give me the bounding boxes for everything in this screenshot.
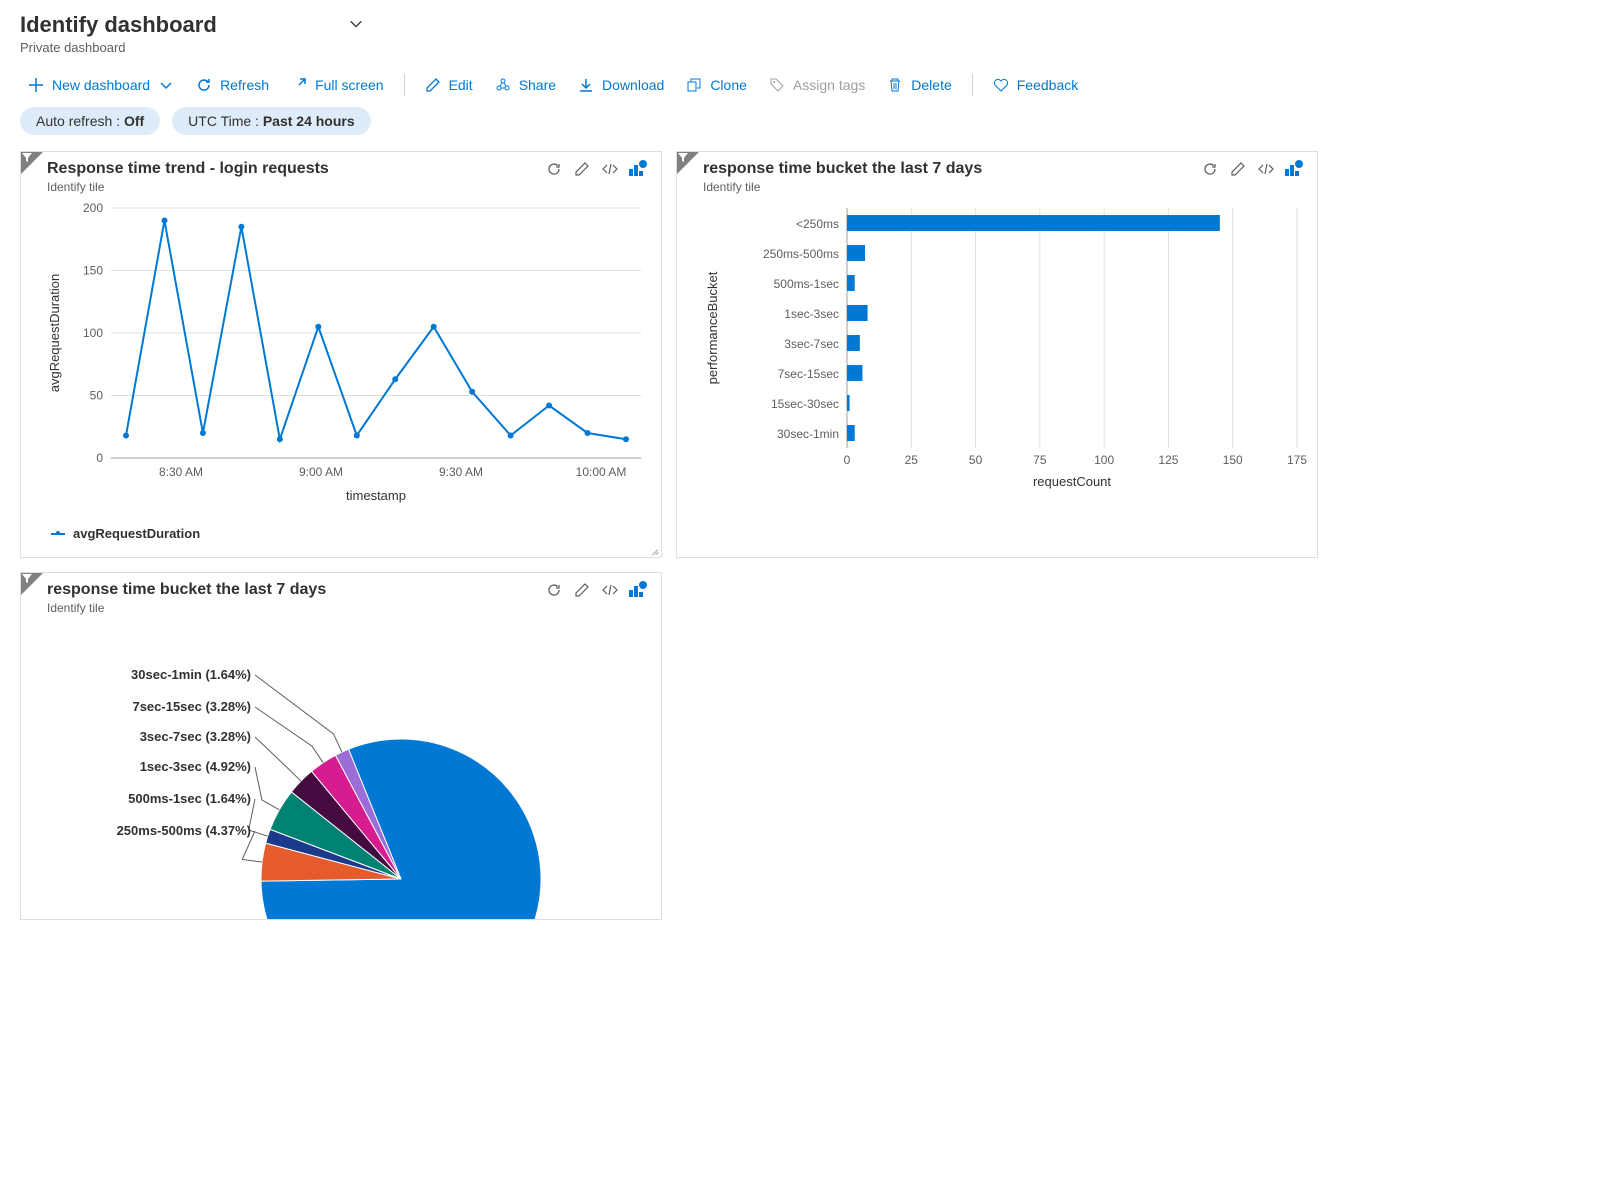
tile-line: Response time trend - login requests Ide…	[20, 151, 662, 558]
fullscreen-button[interactable]: Full screen	[283, 73, 391, 97]
refresh-icon[interactable]	[1201, 160, 1219, 178]
clone-button[interactable]: Clone	[678, 73, 755, 97]
edit-button[interactable]: Edit	[417, 73, 481, 97]
code-icon[interactable]	[1257, 160, 1275, 178]
svg-text:100: 100	[1094, 453, 1114, 467]
delete-button[interactable]: Delete	[879, 73, 959, 97]
svg-text:<250ms: <250ms	[796, 217, 839, 231]
utc-pill[interactable]: UTC Time : Past 24 hours	[172, 107, 371, 135]
pencil-icon[interactable]	[1229, 160, 1247, 178]
code-icon[interactable]	[601, 581, 619, 599]
svg-text:8:30 AM: 8:30 AM	[159, 465, 203, 479]
svg-text:175: 175	[1287, 453, 1307, 467]
svg-text:0: 0	[96, 451, 103, 465]
pencil-icon[interactable]	[573, 160, 591, 178]
svg-text:0: 0	[844, 453, 851, 467]
chevron-down-icon[interactable]	[349, 17, 363, 34]
share-button[interactable]: Share	[487, 73, 564, 97]
tile-title: Response time trend - login requests	[47, 160, 329, 178]
fullscreen-icon	[291, 77, 307, 93]
autorefresh-pill[interactable]: Auto refresh : Off	[20, 107, 160, 135]
tile-bar: response time bucket the last 7 days Ide…	[676, 151, 1318, 558]
refresh-icon[interactable]	[545, 160, 563, 178]
tile-pie: response time bucket the last 7 days Ide…	[20, 572, 662, 920]
svg-text:timestamp: timestamp	[346, 488, 406, 503]
tile-title: response time bucket the last 7 days	[703, 160, 982, 178]
svg-text:150: 150	[1223, 453, 1243, 467]
svg-text:requestCount: requestCount	[1033, 474, 1111, 489]
filter-corner[interactable]	[677, 152, 699, 174]
svg-text:200: 200	[83, 201, 103, 215]
svg-text:30sec-1min (1.64%): 30sec-1min (1.64%)	[131, 667, 251, 682]
download-button[interactable]: Download	[570, 73, 672, 97]
new-dashboard-button[interactable]: New dashboard	[20, 73, 182, 97]
svg-text:7sec-15sec: 7sec-15sec	[778, 367, 839, 381]
svg-text:25: 25	[905, 453, 919, 467]
svg-text:3sec-7sec: 3sec-7sec	[784, 337, 839, 351]
svg-text:30sec-1min: 30sec-1min	[777, 427, 839, 441]
pencil-icon[interactable]	[573, 581, 591, 599]
svg-text:1sec-3sec (4.92%): 1sec-3sec (4.92%)	[140, 759, 251, 774]
svg-text:9:00 AM: 9:00 AM	[299, 465, 343, 479]
tile-subtitle: Identify tile	[47, 180, 329, 194]
pie-chart: 30sec-1min (1.64%) 7sec-15sec (3.28%) 3sec…	[21, 619, 661, 919]
svg-text:avgRequestDuration: avgRequestDuration	[47, 274, 62, 393]
feedback-button[interactable]: Feedback	[985, 73, 1086, 97]
svg-text:performanceBucket: performanceBucket	[705, 271, 720, 384]
logs-icon[interactable]	[1285, 160, 1303, 178]
tile-subtitle: Identify tile	[47, 601, 326, 615]
refresh-icon	[196, 77, 212, 93]
svg-text:9:30 AM: 9:30 AM	[439, 465, 483, 479]
svg-text:3sec-7sec (3.28%): 3sec-7sec (3.28%)	[140, 729, 251, 744]
toolbar: New dashboard Refresh Full screen Edit S…	[0, 59, 1609, 107]
svg-text:75: 75	[1033, 453, 1047, 467]
svg-text:50: 50	[90, 389, 104, 403]
assign-tags-button: Assign tags	[761, 73, 873, 97]
svg-text:500ms-1sec: 500ms-1sec	[774, 277, 839, 291]
logs-icon[interactable]	[629, 581, 647, 599]
svg-text:250ms-500ms: 250ms-500ms	[763, 247, 839, 261]
svg-text:7sec-15sec (3.28%): 7sec-15sec (3.28%)	[132, 699, 251, 714]
plus-icon	[28, 77, 44, 93]
svg-text:500ms-1sec (1.64%): 500ms-1sec (1.64%)	[128, 791, 251, 806]
svg-text:50: 50	[969, 453, 983, 467]
heart-icon	[993, 77, 1009, 93]
code-icon[interactable]	[601, 160, 619, 178]
svg-text:1sec-3sec: 1sec-3sec	[784, 307, 839, 321]
clone-icon	[686, 77, 702, 93]
svg-text:100: 100	[83, 326, 103, 340]
svg-text:150: 150	[83, 264, 103, 278]
svg-text:15sec-30sec: 15sec-30sec	[771, 397, 839, 411]
filter-corner[interactable]	[21, 152, 43, 174]
svg-text:125: 125	[1158, 453, 1178, 467]
logs-icon[interactable]	[629, 160, 647, 178]
separator	[404, 74, 405, 96]
legend: avgRequestDuration	[21, 518, 661, 557]
tile-subtitle: Identify tile	[703, 180, 982, 194]
refresh-button[interactable]: Refresh	[188, 73, 277, 97]
refresh-icon[interactable]	[545, 581, 563, 599]
filter-corner[interactable]	[21, 573, 43, 595]
bar-chart: 0 25 50 75 100 125 150 175 <250ms 250ms-500ms 500m…	[677, 198, 1317, 498]
trash-icon	[887, 77, 903, 93]
page-title: Identify dashboard	[20, 12, 217, 38]
pencil-icon	[425, 77, 441, 93]
tile-title: response time bucket the last 7 days	[47, 581, 326, 599]
line-chart: 0 50 100 150 200 8:30 AM 9:00 AM 9:30 AM 10:00 A…	[21, 198, 661, 518]
download-icon	[578, 77, 594, 93]
chevron-down-icon	[158, 77, 174, 93]
resize-handle[interactable]	[647, 543, 659, 555]
tag-icon	[769, 77, 785, 93]
share-icon	[495, 77, 511, 93]
svg-text:10:00 AM: 10:00 AM	[576, 465, 627, 479]
page-subtitle: Private dashboard	[20, 40, 1589, 55]
svg-text:250ms-500ms (4.37%): 250ms-500ms (4.37%)	[117, 823, 251, 838]
separator	[972, 74, 973, 96]
